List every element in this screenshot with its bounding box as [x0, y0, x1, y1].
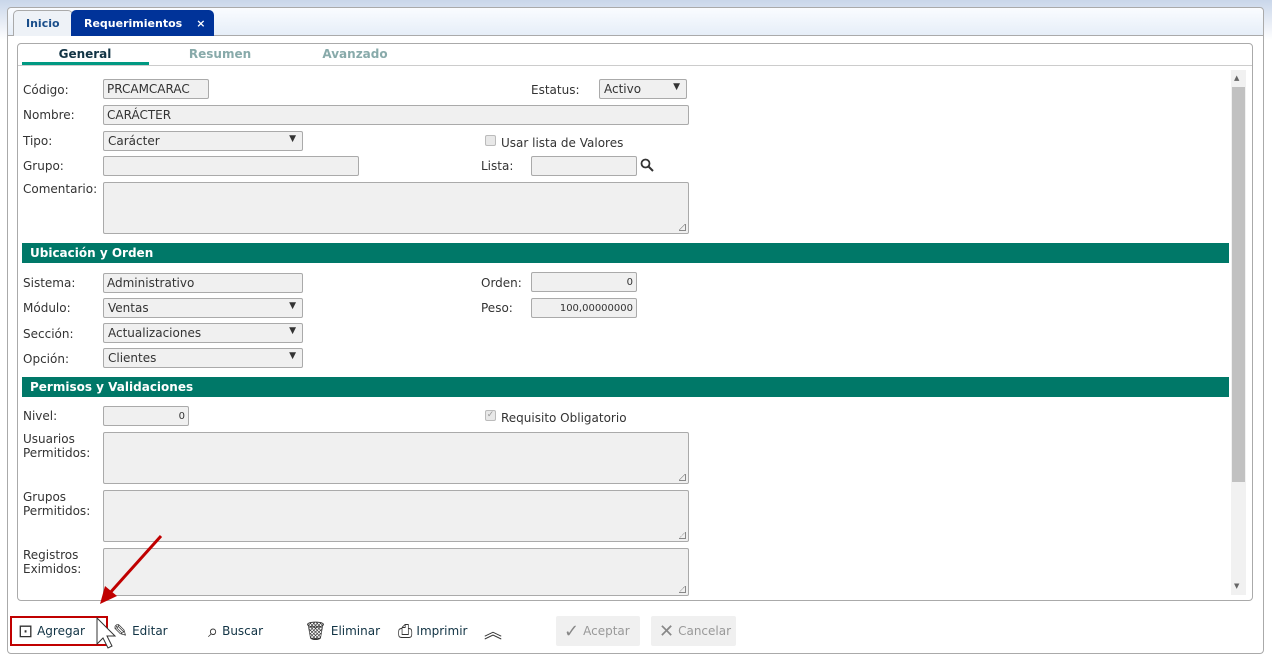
close-icon[interactable]: × — [196, 17, 205, 30]
codigo-input[interactable]: PRCAMCARAC — [103, 79, 209, 99]
modulo-label: Módulo: — [23, 301, 71, 315]
modulo-select[interactable]: Ventas ▼ — [103, 298, 303, 318]
grupo-label: Grupo: — [23, 159, 64, 173]
opcion-label: Opción: — [23, 352, 69, 366]
imprimir-button[interactable]: ⎙ Imprimir — [398, 616, 467, 646]
grupos-label: Grupos Permitidos: — [23, 490, 90, 518]
eliminar-button[interactable]: 🗑 Eliminar — [304, 616, 380, 646]
requisito-checkbox[interactable]: ✓ — [485, 410, 496, 421]
registros-textarea[interactable] — [103, 548, 689, 596]
cancelar-label: Cancelar — [678, 624, 732, 638]
seccion-select[interactable]: Actualizaciones ▼ — [103, 323, 303, 343]
aceptar-label: Aceptar — [583, 624, 630, 638]
label-line: Permitidos: — [23, 446, 91, 460]
opcion-value: Clientes — [108, 351, 157, 365]
buscar-button[interactable]: ⌕ Buscar — [208, 616, 263, 646]
cancelar-button[interactable]: ✕ Cancelar — [651, 616, 736, 646]
subtab-general[interactable]: General — [20, 47, 150, 61]
grupo-input[interactable] — [103, 156, 359, 176]
imprimir-label: Imprimir — [416, 624, 468, 638]
caret-down-icon: ▼ — [289, 301, 296, 311]
orden-input[interactable]: 0 — [531, 272, 637, 292]
lista-input[interactable] — [531, 156, 637, 176]
requisito-label: Requisito Obligatorio — [501, 411, 627, 425]
collapse-button[interactable]: ︽ — [484, 616, 502, 646]
lista-label: Lista: — [481, 159, 514, 173]
usuarios-label: Usuarios Permitidos: — [23, 432, 90, 460]
label-line: Registros — [23, 548, 79, 562]
seccion-value: Actualizaciones — [108, 326, 202, 340]
printer-icon: ⎙ — [398, 620, 413, 642]
tab-label: Inicio — [26, 17, 60, 30]
agregar-label: Agregar — [37, 624, 85, 638]
section-permisos-header: Permisos y Validaciones — [22, 377, 1229, 397]
estatus-label: Estatus: — [531, 83, 580, 97]
usar-lista-label: Usar lista de Valores — [501, 136, 624, 150]
caret-down-icon: ▼ — [289, 351, 296, 361]
estatus-value: Activo — [604, 82, 642, 96]
grupos-textarea[interactable] — [103, 490, 689, 542]
section-ubicacion-header: Ubicación y Orden — [22, 243, 1229, 263]
tipo-select[interactable]: Carácter ▼ — [103, 131, 303, 151]
label-line: Eximidos: — [23, 562, 82, 576]
double-chevron-up-icon: ︽ — [484, 622, 502, 643]
sistema-label: Sistema: — [23, 276, 76, 290]
usuarios-textarea[interactable] — [103, 432, 689, 484]
usar-lista-checkbox[interactable] — [485, 135, 496, 146]
caret-down-icon: ▼ — [289, 326, 296, 336]
codigo-label: Código: — [23, 83, 69, 97]
opcion-select[interactable]: Clientes ▼ — [103, 348, 303, 368]
label-line: Grupos — [23, 490, 67, 504]
peso-input[interactable]: 100,00000000 — [531, 298, 637, 318]
search-document-icon: ⌕ — [208, 620, 219, 642]
annotation-arrow-icon — [96, 534, 163, 649]
search-icon[interactable] — [640, 158, 654, 172]
tab-requerimientos[interactable]: Requerimientos × — [71, 10, 215, 36]
check-icon: ✓ — [564, 620, 580, 642]
scroll-up-icon[interactable]: ▲ — [1234, 74, 1239, 82]
nivel-input[interactable]: 0 — [103, 406, 189, 426]
seccion-label: Sección: — [23, 327, 74, 341]
eliminar-label: Eliminar — [330, 624, 381, 638]
sistema-input[interactable]: Administrativo — [103, 273, 303, 293]
nombre-input[interactable]: CARÁCTER — [103, 105, 689, 125]
subtab-avanzado[interactable]: Avanzado — [290, 47, 420, 61]
modulo-value: Ventas — [108, 301, 149, 315]
tab-label: Requerimientos — [84, 17, 183, 30]
trash-icon: 🗑 — [304, 620, 327, 642]
orden-label: Orden: — [481, 276, 522, 290]
caret-down-icon: ▼ — [673, 82, 680, 92]
comentario-textarea[interactable] — [103, 182, 689, 234]
active-tab-indicator — [22, 62, 149, 65]
label-line: Permitidos: — [23, 504, 91, 518]
estatus-select[interactable]: Activo ▼ — [599, 79, 687, 99]
scroll-down-icon[interactable]: ▼ — [1234, 582, 1239, 590]
divider — [18, 65, 1252, 66]
tipo-value: Carácter — [108, 134, 160, 148]
x-icon: ✕ — [659, 620, 675, 642]
nombre-label: Nombre: — [23, 108, 75, 122]
comentario-label: Comentario: — [23, 182, 98, 196]
tab-inicio[interactable]: Inicio — [13, 10, 73, 36]
aceptar-button[interactable]: ✓ Aceptar — [556, 616, 640, 646]
tipo-label: Tipo: — [23, 134, 53, 148]
label-line: Usuarios — [23, 432, 75, 446]
subtab-resumen[interactable]: Resumen — [155, 47, 285, 61]
peso-label: Peso: — [481, 301, 513, 315]
caret-down-icon: ▼ — [289, 134, 296, 144]
buscar-label: Buscar — [222, 624, 264, 638]
agregar-button[interactable]: ⊡ Agregar — [10, 616, 108, 646]
scrollbar-thumb[interactable] — [1232, 87, 1245, 482]
add-document-icon: ⊡ — [18, 620, 34, 642]
registros-label: Registros Eximidos: — [23, 548, 81, 576]
nivel-label: Nivel: — [23, 409, 58, 423]
